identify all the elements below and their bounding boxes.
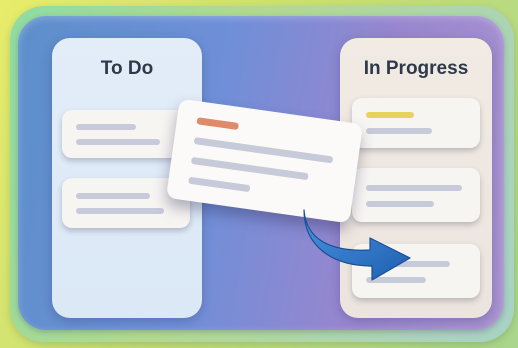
priority-tag [366, 112, 414, 118]
kanban-board: To Do In Progress [18, 16, 504, 330]
task-card[interactable] [62, 110, 190, 158]
card-text-line [76, 208, 164, 214]
card-text-line [366, 128, 432, 134]
column-title-todo: To Do [100, 58, 154, 79]
card-text-line [76, 139, 160, 145]
card-text-line [188, 176, 251, 193]
task-card[interactable] [352, 98, 480, 148]
card-text-line [76, 193, 150, 199]
card-text-line [190, 156, 309, 181]
priority-tag [196, 117, 240, 131]
column-title-in-progress: In Progress [363, 58, 469, 79]
card-text-line [76, 124, 136, 130]
card-text-line [366, 185, 462, 191]
curved-arrow-right-icon [303, 209, 411, 281]
